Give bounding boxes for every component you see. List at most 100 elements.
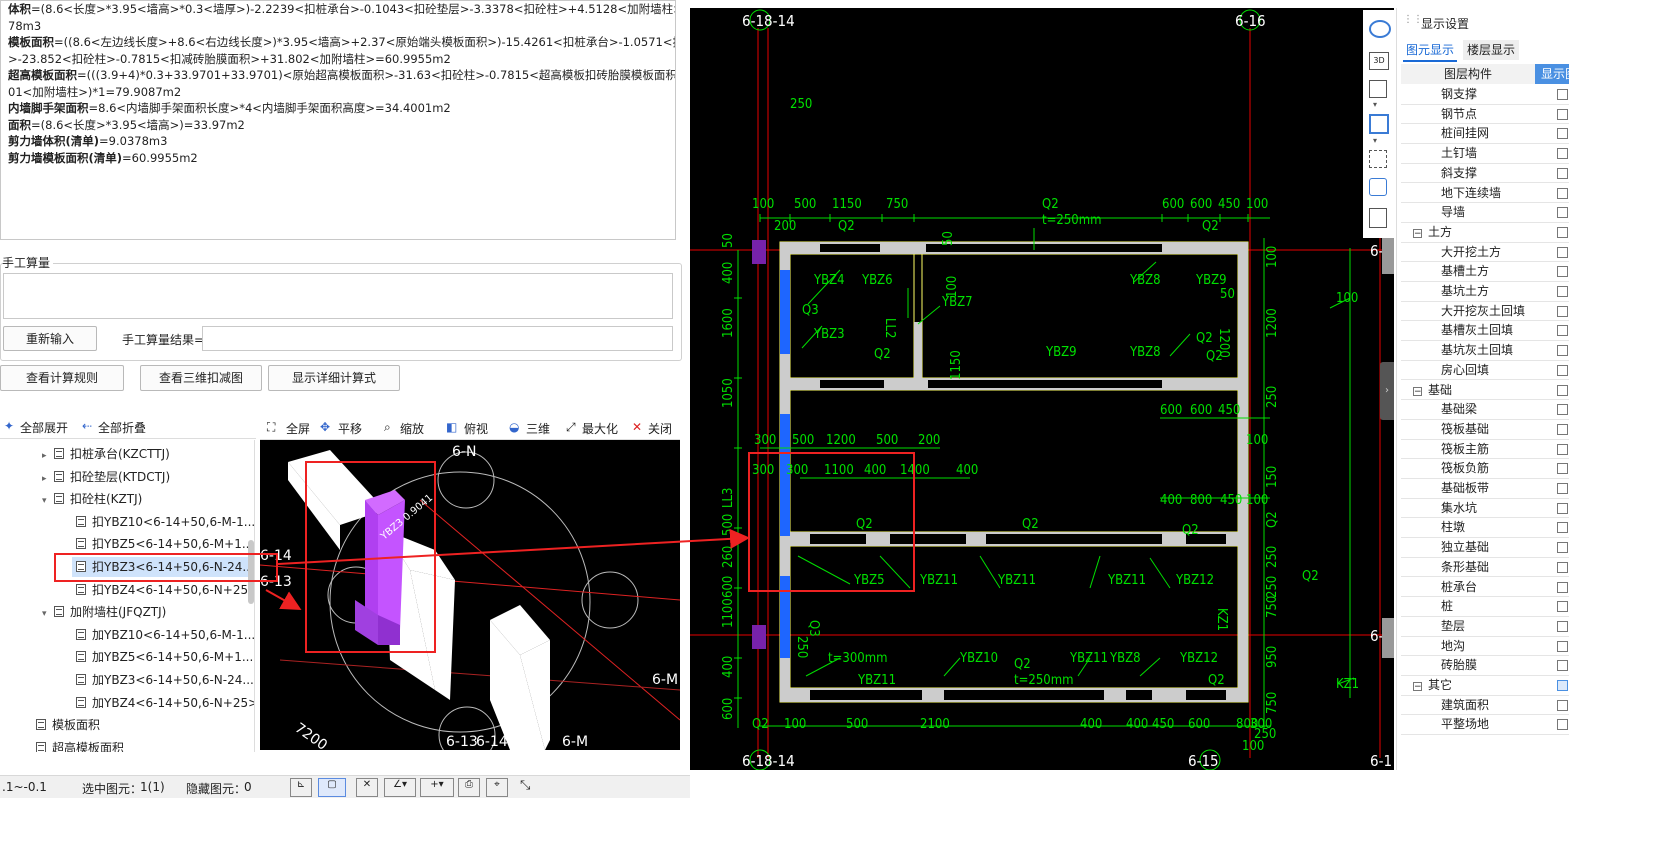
layer-row[interactable]: 桩间挂网 — [1401, 124, 1569, 145]
tree-item[interactable]: 模板面积 — [36, 715, 100, 735]
layer-row[interactable]: 集水坑 — [1401, 499, 1569, 519]
tree-toggle-icon[interactable]: ▸ — [42, 446, 54, 466]
layer-row[interactable]: 地沟 — [1401, 637, 1569, 657]
layer-visible-checkbox[interactable] — [1557, 167, 1568, 179]
fullscreen-button[interactable]: 全屏 — [286, 420, 310, 437]
layer-visible-checkbox[interactable] — [1557, 502, 1568, 514]
view-rules-button[interactable]: 查看计算规则 — [0, 365, 124, 391]
cube-icon[interactable] — [1369, 80, 1387, 98]
tree-item[interactable]: 扣YBZ10<6-14+50,6-M-1... — [76, 512, 254, 532]
insert-icon[interactable]: +▾ — [420, 778, 454, 797]
layer-group-row[interactable]: − 其它 — [1401, 676, 1569, 696]
layer-row[interactable]: 垫层 — [1401, 617, 1569, 637]
print-icon[interactable]: ⎙ — [458, 778, 480, 797]
layer-row[interactable]: 筏板基础 — [1401, 420, 1569, 440]
layer-row[interactable]: 独立基础 — [1401, 538, 1569, 558]
layer-visible-checkbox[interactable] — [1557, 148, 1568, 160]
layer-visible-checkbox[interactable] — [1557, 266, 1568, 278]
collapse-panel-handle[interactable]: › — [1380, 362, 1394, 420]
box-view-icon[interactable] — [1369, 114, 1389, 134]
tree-item[interactable]: 加YBZ4<6-14+50,6-N+25> — [76, 693, 254, 713]
layer-visible-checkbox[interactable] — [1557, 246, 1568, 258]
cad-drawing-canvas[interactable]: 6-18-14 6-16 6-18-14 6-15 6- 6- 6-1 100 … — [690, 8, 1394, 770]
layer-row[interactable]: 砖胎膜 — [1401, 656, 1569, 676]
maximize-button[interactable]: 最大化 — [582, 420, 618, 437]
layer-visible-checkbox[interactable] — [1557, 207, 1568, 219]
view-3d-deduction-button[interactable]: 查看三维扣减图 — [140, 365, 262, 391]
tree-item[interactable]: 超高模板面积 — [36, 738, 124, 752]
layer-visible-checkbox[interactable] — [1557, 305, 1568, 317]
layer-visible-checkbox[interactable] — [1557, 345, 1568, 357]
dropdown-icon[interactable]: ▾ — [1373, 100, 1377, 109]
pan-button[interactable]: 平移 — [338, 420, 362, 437]
layer-visible-checkbox[interactable] — [1557, 226, 1568, 238]
dropdown-icon[interactable]: ▾ — [1373, 136, 1377, 145]
layer-visible-checkbox[interactable] — [1557, 443, 1568, 455]
snap-icon[interactable]: ▢ — [318, 778, 346, 797]
layer-visible-checkbox[interactable] — [1557, 325, 1568, 337]
layer-visible-checkbox[interactable] — [1557, 660, 1568, 672]
layer-row[interactable]: 大开挖灰土回填 — [1401, 302, 1569, 322]
formula-text-panel[interactable]: 体积=(8.6<长度>*3.95<墙高>*0.3<墙厚>)-2.2239<扣桩承… — [0, 0, 676, 240]
col-display-header[interactable]: 显示图 — [1535, 64, 1569, 84]
manual-calc-input[interactable] — [3, 273, 673, 319]
layer-visible-checkbox[interactable] — [1557, 719, 1568, 731]
layer-visible-checkbox[interactable] — [1557, 522, 1568, 534]
fit-view-icon[interactable] — [1369, 150, 1387, 168]
drag-handle-icon[interactable]: ⋮⋮ — [1403, 14, 1423, 25]
layer-row[interactable]: 基础梁 — [1401, 400, 1569, 420]
zoom-button[interactable]: 缩放 — [400, 420, 424, 437]
tab-floor-display[interactable]: 楼层显示 — [1463, 40, 1519, 60]
layer-visible-checkbox[interactable] — [1557, 286, 1568, 297]
layer-row[interactable]: 建筑面积 — [1401, 696, 1569, 716]
layer-row[interactable]: 柱墩 — [1401, 518, 1569, 539]
property-list-icon[interactable] — [1369, 208, 1387, 228]
orbit-icon[interactable] — [1369, 20, 1391, 38]
layer-row[interactable]: 钢节点 — [1401, 105, 1569, 125]
layer-row[interactable]: 基槽土方 — [1401, 262, 1569, 282]
angle-icon[interactable]: ∠▾ — [384, 778, 416, 797]
layer-cube-icon[interactable] — [1369, 178, 1387, 196]
3d-view-icon[interactable]: 3D — [1369, 52, 1389, 70]
layer-row[interactable]: 桩 — [1401, 597, 1569, 617]
layer-visible-checkbox[interactable] — [1557, 640, 1568, 652]
layer-row[interactable]: 房心回填 — [1401, 361, 1569, 381]
layer-row[interactable]: 筏板负筋 — [1401, 459, 1569, 479]
layer-row[interactable]: 基础板带 — [1401, 479, 1569, 499]
three-d-button[interactable]: 三维 — [526, 420, 550, 437]
layer-group-row[interactable]: − 基础 — [1401, 381, 1569, 401]
tree-toggle-icon[interactable]: ▾ — [42, 604, 54, 624]
manual-result-field[interactable] — [202, 326, 673, 351]
layer-visible-checkbox[interactable] — [1557, 483, 1568, 494]
tree-item[interactable]: 扣YBZ5<6-14+50,6-M+1... — [76, 534, 253, 554]
layer-row[interactable]: 斜支撑 — [1401, 164, 1569, 184]
layer-row[interactable]: 基坑灰土回填 — [1401, 341, 1569, 361]
layer-visible-checkbox[interactable] — [1557, 542, 1568, 554]
expand-all-button[interactable]: 全部展开 — [20, 419, 68, 436]
measure-icon[interactable]: ⌖ — [486, 778, 508, 797]
layer-visible-checkbox[interactable] — [1557, 364, 1568, 376]
layer-visible-checkbox[interactable] — [1557, 108, 1568, 120]
top-view-button[interactable]: 俯视 — [464, 420, 488, 437]
layer-visible-checkbox[interactable] — [1557, 680, 1568, 691]
layer-group-row[interactable]: − 土方 — [1401, 223, 1569, 243]
layer-visible-checkbox[interactable] — [1557, 128, 1568, 140]
tree-item[interactable]: ▸ 扣砼垫层(KTDCTJ) — [42, 467, 170, 487]
tree-toggle-icon[interactable]: ▸ — [42, 469, 54, 489]
layer-visible-checkbox[interactable] — [1557, 384, 1568, 396]
tree-item[interactable]: ▸ 扣桩承台(KZCTTJ) — [42, 444, 170, 464]
layer-row[interactable]: 平整场地 — [1401, 715, 1569, 736]
layer-row[interactable]: 筏板主筋 — [1401, 440, 1569, 460]
cross-icon[interactable]: ✕ — [356, 778, 378, 797]
layer-visible-checkbox[interactable] — [1557, 699, 1568, 711]
ortho-icon[interactable]: ⊾ — [290, 778, 312, 797]
layer-row[interactable]: 条形基础 — [1401, 558, 1569, 578]
tree-item[interactable]: ▾ 加附墙柱(JFQZTJ) — [42, 602, 166, 622]
layer-visible-checkbox[interactable] — [1557, 620, 1568, 632]
tree-item[interactable]: 扣YBZ4<6-14+50,6-N+25> — [76, 580, 254, 600]
layer-visible-checkbox[interactable] — [1557, 89, 1568, 100]
layer-row[interactable]: 大开挖土方 — [1401, 243, 1569, 263]
layer-visible-checkbox[interactable] — [1557, 581, 1568, 593]
tree-item[interactable]: 加YBZ3<6-14+50,6-N-24... — [76, 670, 254, 690]
layer-visible-checkbox[interactable] — [1557, 187, 1568, 199]
